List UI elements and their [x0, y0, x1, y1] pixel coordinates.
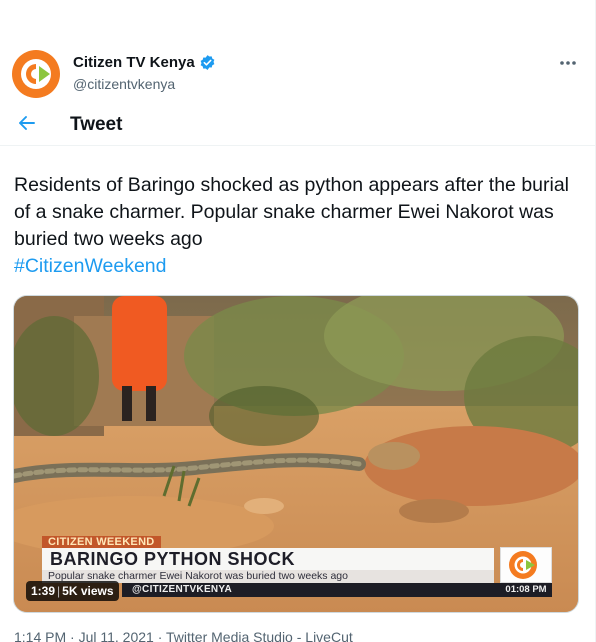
video-views: 5K views [62, 584, 114, 598]
video-stats-badge: 1:39 | 5K views [26, 581, 119, 601]
account-name-text[interactable]: Citizen TV Kenya [73, 54, 195, 71]
account-header: Citizen TV Kenya @citizentvkenya [12, 46, 582, 102]
tweet-timestamp[interactable]: 1:14 PM · Jul 11, 2021 · Twitter Media S… [14, 629, 353, 642]
page-title: Tweet [70, 114, 123, 135]
hashtag-link[interactable]: #CitizenWeekend [14, 253, 580, 280]
news-lower-third: CITIZEN WEEKEND BARINGO PYTHON SHOCK Pop… [14, 296, 578, 612]
citizen-tv-logo-icon [12, 50, 60, 98]
avatar[interactable] [12, 50, 60, 98]
tweet-header-bar: Tweet [0, 104, 595, 146]
headline-bar: BARINGO PYTHON SHOCK [42, 548, 494, 570]
account-handle[interactable]: @citizentvkenya [73, 76, 175, 92]
account-name[interactable]: Citizen TV Kenya [73, 54, 216, 71]
video-duration: 1:39 [31, 584, 56, 598]
arrow-left-icon[interactable] [14, 110, 40, 136]
more-horizontal-icon[interactable] [556, 54, 580, 72]
verified-badge-icon [199, 54, 216, 71]
channel-logo-icon [500, 547, 552, 583]
broadcast-time: 01:08 PM [500, 583, 552, 597]
tweet-text: Residents of Baringo shocked as python a… [14, 172, 580, 280]
channel-handle-bar: @CITIZENTVKENYA [122, 583, 500, 597]
tweet-body: Residents of Baringo shocked as python a… [14, 174, 570, 250]
video-player[interactable]: CITIZEN WEEKEND BARINGO PYTHON SHOCK Pop… [13, 295, 579, 613]
channel-handle: @CITIZENTVKENYA [132, 584, 233, 595]
tweet-page: Citizen TV Kenya @citizentvkenya Tweet R… [0, 0, 596, 642]
video-headline: BARINGO PYTHON SHOCK [50, 549, 296, 569]
